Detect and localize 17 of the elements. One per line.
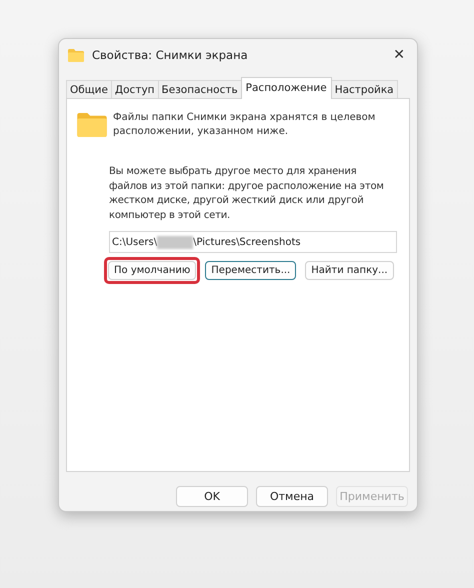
location-button[interactable]: Переместить... xyxy=(205,261,296,280)
tab[interactable]: Расположение xyxy=(240,77,332,99)
close-button[interactable]: ✕ xyxy=(389,47,409,63)
path-text: \Pictures\Screenshots xyxy=(193,236,301,248)
folder-icon xyxy=(77,113,107,137)
window-title: Свойства: Снимки экрана xyxy=(92,48,249,62)
dialog-button[interactable]: OK xyxy=(176,486,248,507)
location-button[interactable]: По умолчанию xyxy=(108,261,196,280)
path-field[interactable]: C:\Users\ \Pictures\Screenshots xyxy=(109,231,397,253)
location-button[interactable]: Найти папку... xyxy=(305,261,394,280)
tab[interactable]: Настройка xyxy=(330,80,398,99)
dialog-button[interactable]: Отмена xyxy=(256,486,328,507)
info-text: Файлы папки Снимки экрана хранятся в целевом расположении, указанном ниже. xyxy=(113,111,376,139)
tab[interactable]: Общие xyxy=(66,80,112,99)
folder-icon xyxy=(68,48,84,62)
description-text: Вы можете выбрать другое место для хранения файлов из этой папки: другое расположение на этом жестком диске, другой жесткий диск или другой компьютер в этой сети. xyxy=(109,165,385,222)
path-text: C:\Users\ xyxy=(112,236,158,248)
